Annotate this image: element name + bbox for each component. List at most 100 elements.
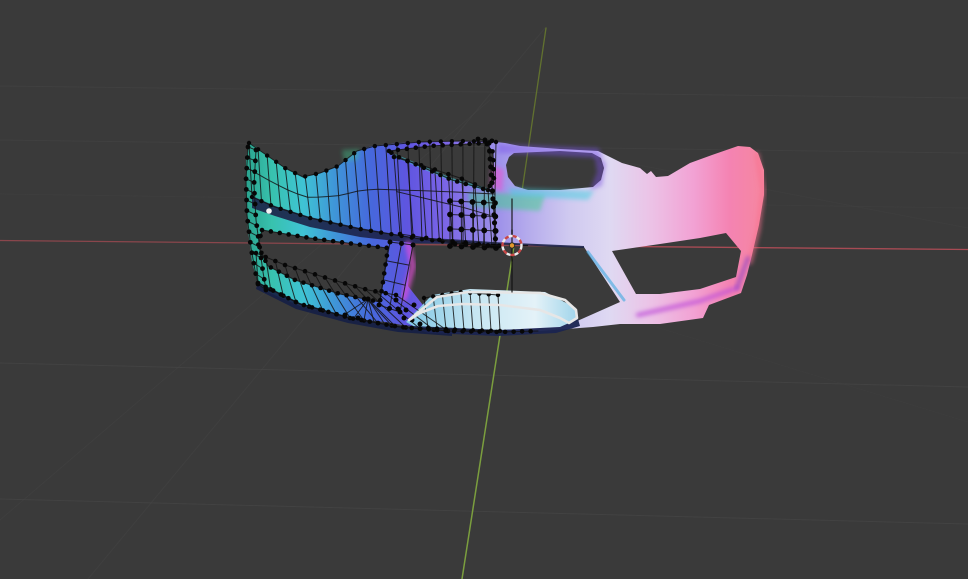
- vertex-dot: [446, 171, 451, 177]
- vertex-dot: [261, 276, 267, 282]
- vertex-dot: [404, 146, 410, 152]
- vertex-dot: [494, 329, 499, 335]
- vertex-dot: [454, 179, 460, 184]
- vertex-dot: [278, 206, 283, 211]
- vertex-dot: [260, 266, 265, 272]
- vertex-dot: [511, 329, 516, 334]
- vertex-dot: [276, 269, 282, 274]
- vertex-dot: [256, 242, 261, 247]
- vertex-dot: [301, 302, 307, 308]
- vertex-dot: [259, 198, 264, 204]
- vertex-dot: [472, 184, 477, 189]
- vertex-dot: [266, 208, 272, 214]
- vertex-dot: [380, 280, 386, 285]
- vertex-dot: [355, 315, 361, 321]
- vertex-dot: [377, 297, 383, 303]
- vertex-dot: [309, 282, 315, 288]
- vertex-dot: [447, 226, 453, 232]
- vertex-dot: [277, 230, 283, 236]
- vertex-dot: [426, 326, 432, 332]
- vertex-dot: [469, 227, 476, 233]
- vertex-dot: [384, 322, 389, 327]
- vertex-dot: [253, 212, 259, 218]
- vertex-dot: [490, 196, 496, 202]
- vertex-dot: [519, 329, 525, 334]
- vertex-dot: [389, 232, 394, 237]
- vertex-dot: [263, 284, 268, 290]
- vertex-dot: [417, 321, 423, 327]
- vertex-dot: [492, 228, 498, 234]
- vertex-dot: [459, 176, 465, 182]
- vertex-dot: [253, 147, 259, 153]
- vertex-dot: [338, 222, 343, 227]
- vertex-dot: [410, 233, 416, 239]
- vertex-dot: [375, 320, 381, 326]
- vertex-dot: [434, 327, 440, 333]
- vertex-dot: [309, 305, 315, 310]
- vertex-dot: [328, 220, 333, 225]
- vertex-dot: [373, 289, 378, 294]
- vertex-dot: [251, 180, 257, 185]
- vertex-dot: [358, 226, 363, 232]
- vertex-dot: [249, 250, 255, 256]
- vertex-dot: [372, 143, 378, 149]
- cursor-center-dot: [508, 242, 516, 249]
- vertex-dot: [366, 243, 372, 249]
- vertex-dot: [259, 250, 264, 256]
- vertex-dot: [446, 176, 452, 181]
- vertex-dot: [317, 307, 323, 312]
- vertex-dot: [365, 296, 371, 302]
- viewport-canvas[interactable]: [0, 0, 968, 579]
- vertex-dot: [252, 201, 258, 207]
- vertex-dot: [471, 139, 477, 144]
- vertex-dot: [273, 258, 278, 264]
- vertex-dot: [488, 164, 494, 170]
- vertex-dot: [367, 319, 373, 324]
- vertex-dot: [480, 199, 487, 206]
- vertex-dot: [413, 161, 418, 167]
- vertex-dot: [427, 139, 433, 144]
- vertex-dot: [270, 288, 276, 293]
- vertex-dot: [447, 211, 453, 218]
- blender-3d-viewport[interactable]: [0, 0, 968, 579]
- vertex-dot: [312, 236, 318, 242]
- vertex-dot: [399, 241, 404, 246]
- vertex-dot: [468, 329, 474, 334]
- vertex-dot: [405, 158, 410, 164]
- vertex-dot: [352, 151, 357, 156]
- vertex-dot: [335, 291, 341, 296]
- vertex-dot: [245, 218, 251, 224]
- vertex-dot: [313, 171, 319, 177]
- vertex-dot: [416, 139, 421, 145]
- selected-vertex[interactable]: [266, 208, 272, 214]
- vertex-dot: [302, 174, 308, 179]
- vertex-dot: [480, 186, 486, 192]
- vertex-dot: [401, 324, 406, 330]
- vertex-dot: [410, 242, 416, 248]
- vertex-dot: [431, 143, 436, 149]
- vertex-dot: [268, 265, 274, 270]
- vertex-dot: [326, 288, 332, 293]
- vertex-dot: [312, 272, 318, 277]
- vertex-dot: [264, 153, 270, 158]
- vertex-dot: [301, 280, 306, 285]
- vertex-dot: [387, 239, 393, 245]
- vertex-dot: [492, 236, 499, 242]
- vertex-dot: [298, 212, 303, 218]
- vertex-dot: [474, 242, 480, 248]
- vertex-dot: [292, 277, 298, 283]
- vertex-dot: [502, 329, 508, 335]
- vertex-dot: [458, 212, 465, 218]
- vertex-dot: [395, 306, 401, 312]
- vertex-dot: [273, 159, 279, 165]
- vertex-dot: [342, 281, 348, 286]
- vertex-dot: [252, 158, 258, 164]
- vertex-dot: [452, 241, 458, 247]
- vertex-dot: [295, 233, 300, 239]
- vertex-dot: [491, 220, 498, 226]
- vertex-dot: [481, 227, 488, 234]
- vertex-dot: [493, 139, 499, 145]
- vertex-dot: [246, 229, 252, 235]
- vertex-dot: [395, 147, 401, 153]
- vertex-dot: [258, 233, 263, 239]
